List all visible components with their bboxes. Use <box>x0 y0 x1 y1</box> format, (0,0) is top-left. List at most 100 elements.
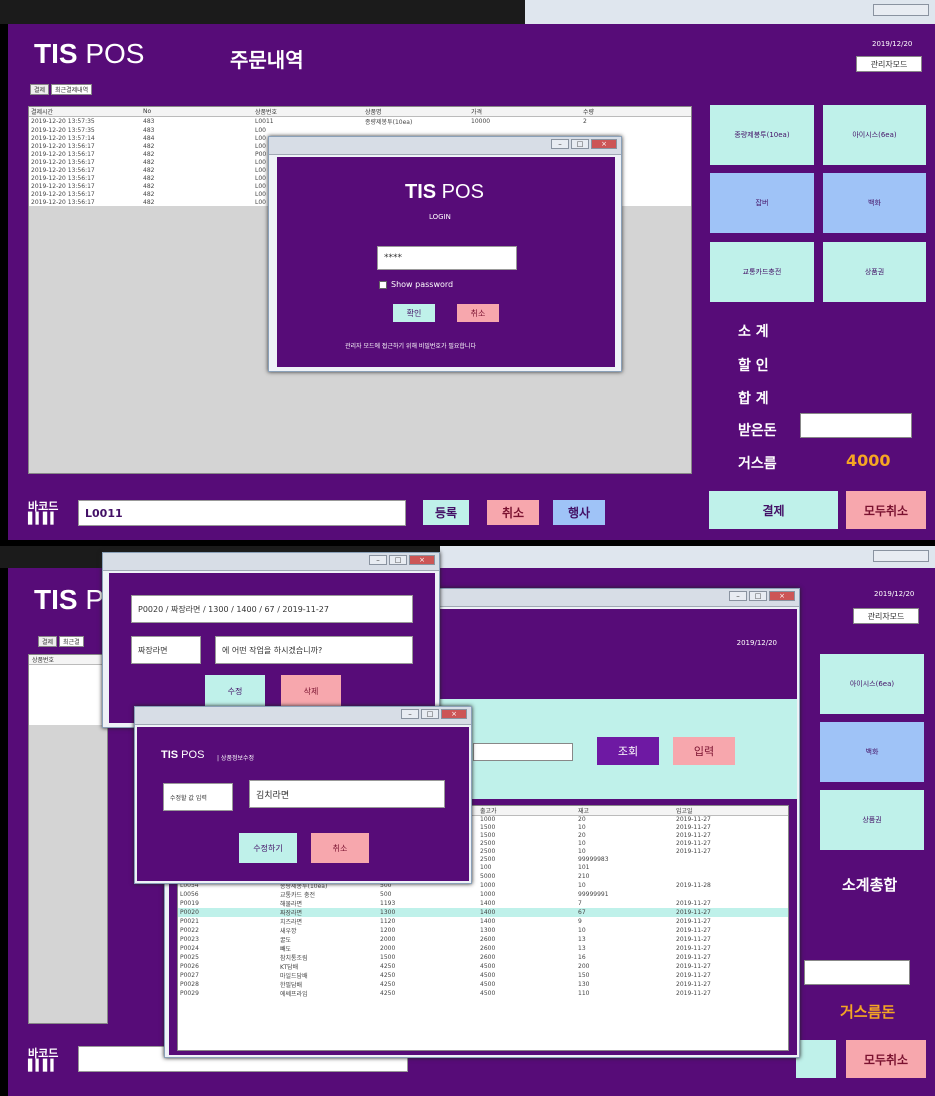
table-cell: 483 <box>143 118 155 125</box>
close-icon[interactable]: × <box>591 139 617 149</box>
quick-button-4[interactable]: 백화 <box>823 173 926 233</box>
table-row[interactable]: P0027 마일드담배 4250 4500 150 2019-11-27 <box>178 971 788 980</box>
table-cell: 4250 <box>380 989 396 997</box>
table-cell: 2500 <box>480 848 496 855</box>
event-button[interactable]: 행사 <box>553 500 605 525</box>
maximize-icon[interactable]: □ <box>389 555 407 565</box>
table-cell: 2019-12-20 13:56:17 <box>31 182 95 190</box>
table-cell: 2019-11-27 <box>676 899 711 907</box>
edit-cancel-button[interactable]: 취소 <box>311 833 369 863</box>
table-row[interactable]: P0020 짜장라면 1300 1400 67 2019-11-27 <box>178 907 788 917</box>
table-cell: 67 <box>578 908 586 916</box>
table-cell: 1300 <box>480 926 496 934</box>
quick-button-6[interactable]: 상품권 <box>823 242 926 302</box>
date-label: 2019/12/20 <box>872 40 913 48</box>
password-field[interactable]: **** <box>377 246 517 270</box>
table-row[interactable]: P0022 새우깡 1200 1300 10 2019-11-27 <box>178 926 788 935</box>
col-header[interactable]: 상품명 <box>363 107 469 117</box>
bottom-cancel-all-button[interactable]: 모두취소 <box>846 1040 926 1078</box>
bottom-quick-button-1[interactable]: 아이시스(6ea) <box>820 654 924 714</box>
barcode-input[interactable]: L0011 <box>78 500 406 526</box>
table-row[interactable]: P0029 에쎄프라임 4250 4500 110 2019-11-27 <box>178 989 788 998</box>
col-header[interactable]: 결제시간 <box>29 107 141 117</box>
table-cell <box>581 126 691 134</box>
table-row[interactable]: P0025 참치통조림 1500 2600 16 2019-11-27 <box>178 953 788 962</box>
maximize-icon[interactable]: □ <box>571 139 589 149</box>
bottom-admin-mode-button[interactable]: 관리자모드 <box>853 608 919 624</box>
bottom-received-input[interactable] <box>804 960 910 985</box>
minimize-icon[interactable]: – <box>729 591 747 601</box>
minimize-icon[interactable]: – <box>401 709 419 719</box>
bottom-pay-button-partial[interactable] <box>796 1040 836 1078</box>
table-cell: 2019-11-27 <box>676 953 711 961</box>
maximize-icon[interactable]: □ <box>421 709 439 719</box>
table-cell: 9 <box>578 917 582 925</box>
table-cell: 210 <box>578 872 590 880</box>
close-icon[interactable]: × <box>409 555 435 565</box>
table-row[interactable]: P0021 치즈라면 1120 1400 9 2019-11-27 <box>178 917 788 926</box>
col-header[interactable]: No <box>141 107 253 117</box>
quick-button-5[interactable]: 교통카드충전 <box>710 242 814 302</box>
show-password-checkbox[interactable] <box>379 281 387 289</box>
col-header[interactable]: 재고 <box>576 806 674 816</box>
quick-button-1[interactable]: 종량제봉투(10ea) <box>710 105 814 165</box>
inventory-search-input[interactable] <box>473 743 573 761</box>
bottom-quick-button-3[interactable]: 상품권 <box>820 790 924 850</box>
table-row[interactable]: 2019-12-20 13:57:35 483 L00 <box>29 126 691 134</box>
quick-button-2[interactable]: 아이시스(6ea) <box>823 105 926 165</box>
barcode-icon: ▌▍▌▍ <box>28 512 59 525</box>
tab-payment[interactable]: 결제 <box>30 84 50 95</box>
bottom-quick-button-2[interactable]: 백화 <box>820 722 924 782</box>
table-cell: L0056 <box>180 890 199 898</box>
item-summary-field[interactable]: P0020 / 짜장라면 / 1300 / 1400 / 67 / 2019-1… <box>131 595 413 623</box>
admin-mode-button[interactable]: 관리자모드 <box>856 56 922 72</box>
edit-item-dialog: – □ × TIS POS | 상품정보수정 수정할 값 입력 김치라면 수정하기 … <box>134 706 472 884</box>
item-name-field[interactable]: 짜장라면 <box>131 636 201 664</box>
close-icon[interactable]: × <box>441 709 467 719</box>
pay-button[interactable]: 결제 <box>709 491 838 529</box>
login-cancel-button[interactable]: 취소 <box>457 304 499 322</box>
item-delete-button[interactable]: 삭제 <box>281 675 341 707</box>
cancel-button[interactable]: 취소 <box>487 500 539 525</box>
register-button[interactable]: 등록 <box>423 500 469 525</box>
edit-value-input[interactable]: 김치라면 <box>249 780 445 808</box>
table-row[interactable]: 2019-12-20 13:57:35 483 L0011 종량제봉투(10ea) 10… <box>29 117 691 126</box>
table-row[interactable]: P0023 꿀도 2000 2600 13 2019-11-27 <box>178 935 788 944</box>
login-ok-button[interactable]: 확인 <box>393 304 435 322</box>
inventory-input-button[interactable]: 입력 <box>673 737 735 765</box>
table-row[interactable]: P0019 해물라면 1193 1400 7 2019-11-27 <box>178 899 788 908</box>
col-header[interactable]: 상품번호 <box>253 107 363 117</box>
table-cell: 5000 <box>480 872 496 880</box>
table-cell: 1000 <box>480 816 496 824</box>
table-cell: 2600 <box>480 935 496 943</box>
table-cell: 2019-11-27 <box>676 926 711 934</box>
tab-payment[interactable]: 결제 <box>38 636 58 647</box>
received-input[interactable] <box>800 413 912 438</box>
table-row[interactable]: P0024 빼도 2000 2600 13 2019-11-27 <box>178 944 788 953</box>
table-cell <box>469 126 581 134</box>
table-row[interactable]: P0028 한필담배 4250 4500 130 2019-11-27 <box>178 980 788 989</box>
table-row[interactable]: P0026 KT담배 4250 4500 200 2019-11-27 <box>178 962 788 971</box>
col-header[interactable]: 입고일 <box>674 806 788 816</box>
col-header[interactable]: 출고가 <box>478 806 576 816</box>
quick-button-3[interactable]: 잡버 <box>710 173 814 233</box>
table-row[interactable]: L0056 교통카드 충전 500 1000 99999991 <box>178 890 788 899</box>
table-cell: 2019-12-20 13:56:17 <box>31 190 95 198</box>
inventory-search-button[interactable]: 조회 <box>597 737 659 765</box>
maximize-icon[interactable]: □ <box>749 591 767 601</box>
item-edit-button[interactable]: 수정 <box>205 675 265 707</box>
col-header[interactable]: 상품번호 <box>29 655 107 665</box>
table-cell: 482 <box>143 182 155 190</box>
minimize-icon[interactable]: – <box>369 555 387 565</box>
cancel-all-button[interactable]: 모두취소 <box>846 491 926 529</box>
tab-recent[interactable]: 최근결 <box>59 636 84 647</box>
col-header[interactable]: 가격 <box>469 107 581 117</box>
table-cell: 482 <box>143 150 155 158</box>
close-icon[interactable]: × <box>769 591 795 601</box>
table-cell: 10 <box>578 881 586 889</box>
col-header[interactable]: 수량 <box>581 107 691 117</box>
table-cell: 101 <box>578 864 590 871</box>
minimize-icon[interactable]: – <box>551 139 569 149</box>
edit-submit-button[interactable]: 수정하기 <box>239 833 297 863</box>
tab-recent-payments[interactable]: 최근결제내역 <box>51 84 93 95</box>
